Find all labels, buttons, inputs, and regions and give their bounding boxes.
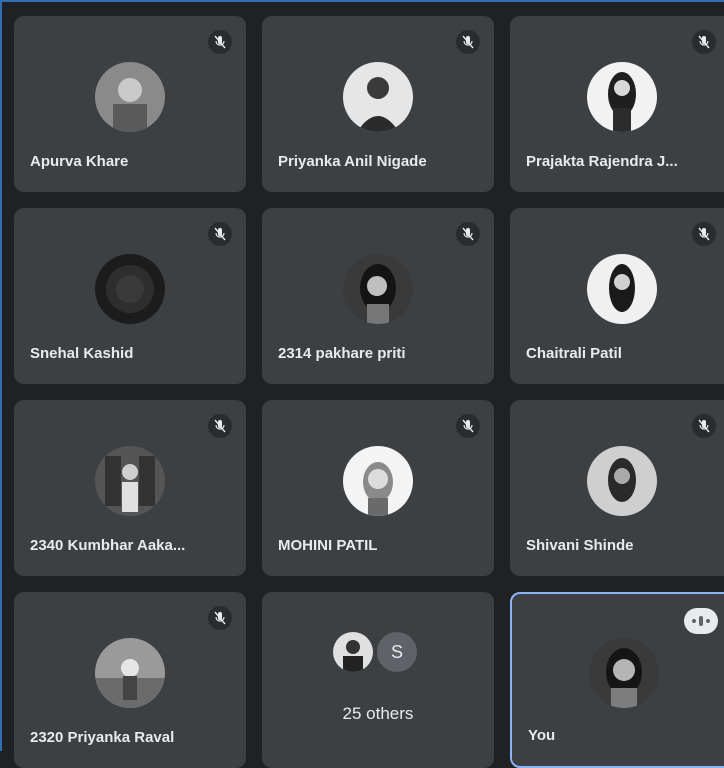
- avatar: [587, 446, 657, 516]
- participant-name: Prajakta Rajendra J...: [526, 153, 678, 170]
- mic-off-icon: [456, 30, 480, 54]
- participant-tile[interactable]: MOHINI PATIL: [262, 400, 494, 576]
- avatar: [587, 62, 657, 132]
- speaking-indicator-icon: [684, 608, 718, 634]
- avatar: [343, 62, 413, 132]
- avatar-initial: S: [377, 632, 417, 672]
- participant-name: 2320 Priyanka Raval: [30, 729, 175, 746]
- avatar: [95, 446, 165, 516]
- participant-name: Priyanka Anil Nigade: [278, 153, 427, 170]
- participant-tile[interactable]: Snehal Kashid: [14, 208, 246, 384]
- avatar: [95, 254, 165, 324]
- mic-off-icon: [208, 414, 232, 438]
- participant-tile[interactable]: Shivani Shinde: [510, 400, 724, 576]
- participant-name: Shivani Shinde: [526, 537, 634, 554]
- participant-name: Chaitrali Patil: [526, 345, 622, 362]
- meeting-grid: Apurva Khare Priyanka Anil Nigade Prajak…: [0, 0, 724, 768]
- avatar: [343, 254, 413, 324]
- participant-tile[interactable]: 2320 Priyanka Raval: [14, 592, 246, 768]
- participant-tile[interactable]: Prajakta Rajendra J...: [510, 16, 724, 192]
- self-tile[interactable]: You: [510, 592, 724, 768]
- avatar: [95, 62, 165, 132]
- participant-name: Snehal Kashid: [30, 345, 134, 362]
- participant-name: 2314 pakhare priti: [278, 345, 406, 362]
- participant-tile[interactable]: Priyanka Anil Nigade: [262, 16, 494, 192]
- others-tile[interactable]: S 25 others: [262, 592, 494, 768]
- others-avatars: S: [333, 632, 417, 672]
- mic-off-icon: [456, 222, 480, 246]
- mic-off-icon: [208, 222, 232, 246]
- participant-name: Apurva Khare: [30, 153, 129, 170]
- mic-off-icon: [456, 414, 480, 438]
- avatar: [587, 254, 657, 324]
- mic-off-icon: [208, 30, 232, 54]
- avatar: [333, 632, 373, 672]
- participant-tile[interactable]: Chaitrali Patil: [510, 208, 724, 384]
- participant-name: 2340 Kumbhar Aaka...: [30, 537, 186, 554]
- others-count-label: 25 others: [342, 704, 414, 723]
- participant-tile[interactable]: Apurva Khare: [14, 16, 246, 192]
- participant-tile[interactable]: 2314 pakhare priti: [262, 208, 494, 384]
- avatar: [343, 446, 413, 516]
- mic-off-icon: [692, 30, 716, 54]
- mic-off-icon: [208, 606, 232, 630]
- mic-off-icon: [692, 222, 716, 246]
- mic-off-icon: [692, 414, 716, 438]
- avatar: [95, 638, 165, 708]
- participant-name: MOHINI PATIL: [278, 537, 378, 554]
- participant-name: You: [528, 727, 556, 744]
- participant-tile[interactable]: 2340 Kumbhar Aaka...: [14, 400, 246, 576]
- avatar: [589, 638, 659, 708]
